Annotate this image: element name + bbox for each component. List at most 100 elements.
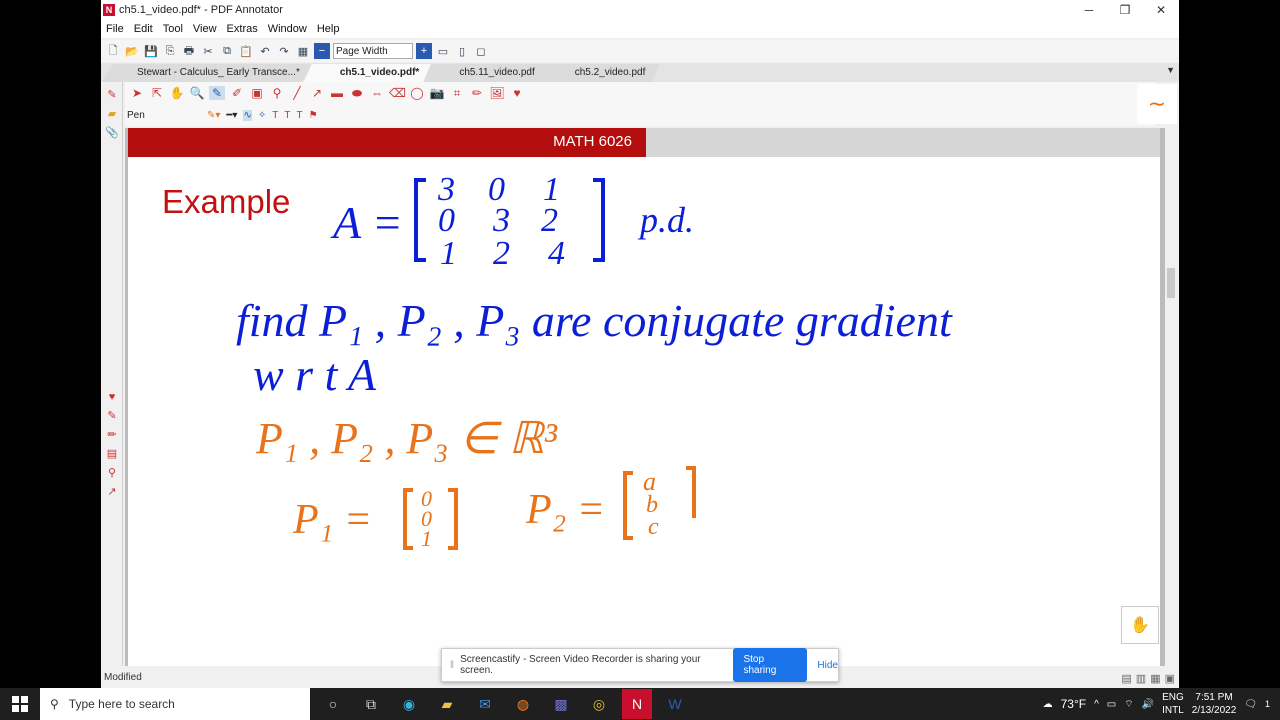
menu-file[interactable]: File bbox=[106, 23, 124, 35]
pen-color-icon[interactable]: ✎▾ bbox=[207, 110, 220, 121]
stamp-icon[interactable]: ▦ bbox=[295, 43, 311, 59]
pdf-annotator-taskbar-icon[interactable]: N bbox=[622, 689, 652, 719]
close-button[interactable]: ✕ bbox=[1143, 0, 1179, 20]
measure-icon[interactable]: ⇔ bbox=[369, 86, 385, 100]
two-page-icon[interactable]: ▯ bbox=[454, 43, 470, 59]
menu-edit[interactable]: Edit bbox=[134, 23, 153, 35]
smooth-stroke-icon[interactable]: ∿ bbox=[243, 109, 252, 121]
favorite-heart-icon[interactable]: ♥ bbox=[101, 391, 123, 403]
pen-sidebar-icon[interactable]: ✎ bbox=[101, 88, 123, 101]
arrow-tool-icon[interactable]: ↗ bbox=[101, 485, 123, 498]
language-indicator[interactable]: ENG INTL bbox=[1162, 691, 1184, 717]
volume-icon[interactable]: 🔊 bbox=[1142, 699, 1154, 710]
drag-grip-icon[interactable]: ‖ bbox=[450, 660, 454, 671]
tab-ch5-2[interactable]: ch5.2_video.pdf bbox=[538, 64, 660, 82]
cortana-icon[interactable]: ○ bbox=[318, 689, 348, 719]
undo-icon[interactable]: ↶ bbox=[257, 43, 273, 59]
line-tool-icon[interactable]: ╱ bbox=[289, 86, 305, 100]
eraser-icon[interactable]: ⌫ bbox=[389, 86, 406, 100]
attachment-icon[interactable]: 📎 bbox=[101, 126, 123, 139]
ellipse-icon[interactable]: ⬬ bbox=[349, 86, 365, 101]
mail-icon[interactable]: ✉ bbox=[470, 689, 500, 719]
single-page-icon[interactable]: ▭ bbox=[435, 43, 451, 59]
view-single-icon[interactable]: ▤ bbox=[1121, 672, 1131, 685]
favorites-heart-icon[interactable]: ♥ bbox=[509, 86, 525, 100]
open-folder-icon[interactable]: 📂 bbox=[124, 43, 140, 59]
highlighter-icon[interactable]: ✏ bbox=[101, 428, 123, 441]
vertical-scrollbar[interactable] bbox=[1165, 128, 1177, 666]
hand-icon[interactable]: ✋ bbox=[169, 86, 185, 100]
select-arrow-icon[interactable]: ➤ bbox=[129, 86, 145, 100]
menu-extras[interactable]: Extras bbox=[227, 23, 258, 35]
stamp-tool-icon[interactable]: ⚲ bbox=[269, 86, 285, 100]
zoom-tool-icon[interactable]: 🔍 bbox=[189, 86, 205, 100]
view-facing-icon[interactable]: ▣ bbox=[1165, 672, 1175, 685]
view-continuous-icon[interactable]: ▥ bbox=[1136, 672, 1146, 685]
scroll-thumb[interactable] bbox=[1167, 268, 1175, 298]
minimize-button[interactable]: ─ bbox=[1071, 0, 1107, 20]
fullscreen-icon[interactable]: ◻ bbox=[473, 43, 489, 59]
text-box-icon[interactable]: ▤ bbox=[101, 447, 123, 460]
word-icon[interactable]: W bbox=[660, 689, 690, 719]
document-area[interactable]: MATH 6026 Example A = 3 0 1 0 3 2 1 2 4 bbox=[125, 128, 1165, 668]
notifications-icon[interactable]: 🗨 bbox=[1244, 699, 1257, 710]
save-icon[interactable]: 💾 bbox=[143, 43, 159, 59]
hide-button[interactable]: Hide bbox=[817, 660, 838, 671]
image-icon[interactable]: 🖼 bbox=[489, 86, 505, 100]
menu-view[interactable]: View bbox=[193, 23, 217, 35]
tab-ch5-1[interactable]: ch5.1_video.pdf* bbox=[303, 64, 434, 82]
pressure-icon[interactable]: ✧ bbox=[258, 110, 266, 121]
style-favorite-icon[interactable]: ⚑ bbox=[309, 110, 318, 121]
zoom-in-icon[interactable]: + bbox=[416, 43, 432, 59]
print-icon[interactable]: 🖶 bbox=[181, 43, 197, 59]
redo-icon[interactable]: ↷ bbox=[276, 43, 292, 59]
battery-icon[interactable]: ▭ bbox=[1107, 699, 1116, 710]
teams-icon[interactable]: ▩ bbox=[546, 689, 576, 719]
crop-icon[interactable]: ⌗ bbox=[449, 86, 465, 101]
tab-ch5-11[interactable]: ch5.11_video.pdf bbox=[423, 64, 549, 82]
view-grid-icon[interactable]: ▦ bbox=[1150, 672, 1160, 685]
task-view-icon[interactable]: ⧉ bbox=[356, 689, 386, 719]
zoom-select[interactable]: Page Width bbox=[333, 43, 413, 59]
tab-list-chevron-icon[interactable]: ▼ bbox=[1166, 65, 1175, 75]
chrome-icon[interactable]: ◎ bbox=[584, 689, 614, 719]
cut-icon[interactable]: ✂ bbox=[200, 43, 216, 59]
edge-icon[interactable]: ◉ bbox=[394, 689, 424, 719]
menu-tool[interactable]: Tool bbox=[163, 23, 183, 35]
text-bottom-icon[interactable]: T bbox=[284, 110, 290, 121]
marker-icon[interactable]: ✐ bbox=[229, 86, 245, 100]
select-text-icon[interactable]: ⇱ bbox=[149, 86, 165, 100]
zoom-out-icon[interactable]: − bbox=[314, 43, 330, 59]
taskbar-search[interactable]: ⚲ Type here to search bbox=[40, 688, 310, 720]
pen-tool-icon[interactable]: ✎ bbox=[101, 409, 123, 422]
stop-sharing-button[interactable]: Stop sharing bbox=[733, 648, 808, 682]
copy-icon[interactable]: ⧉ bbox=[219, 43, 235, 59]
maximize-button[interactable]: ❐ bbox=[1107, 0, 1143, 20]
weather-icon[interactable]: ☁ bbox=[1043, 699, 1053, 710]
network-icon[interactable]: ⌔ bbox=[1124, 698, 1133, 711]
stamp-sidebar-icon[interactable]: ⚲ bbox=[101, 466, 123, 479]
firefox-icon[interactable]: ◍ bbox=[508, 689, 538, 719]
pen-active-icon[interactable]: ✎ bbox=[209, 86, 225, 100]
menu-help[interactable]: Help bbox=[317, 23, 340, 35]
folder-sidebar-icon[interactable]: ▰ bbox=[101, 107, 123, 120]
save-all-icon[interactable]: ⎘ bbox=[162, 43, 178, 59]
tray-chevron-icon[interactable]: ^ bbox=[1094, 699, 1099, 710]
line-width-icon[interactable]: ━▾ bbox=[226, 110, 237, 121]
strike-text-icon[interactable]: T bbox=[296, 110, 302, 121]
arrow-line-icon[interactable]: ↗ bbox=[309, 86, 325, 100]
paste-icon[interactable]: 📋 bbox=[238, 43, 254, 59]
pencil-icon[interactable]: ✏ bbox=[469, 86, 485, 100]
camera-icon[interactable]: 📷 bbox=[429, 86, 445, 100]
file-explorer-icon[interactable]: ▰ bbox=[432, 689, 462, 719]
weather-temp[interactable]: 73°F bbox=[1061, 697, 1086, 711]
lasso-icon[interactable]: ◯ bbox=[409, 86, 425, 100]
clock[interactable]: 7:51 PM 2/13/2022 bbox=[1192, 691, 1237, 717]
hand-tool-float-icon[interactable]: ✋ bbox=[1121, 606, 1159, 644]
start-button[interactable] bbox=[0, 688, 40, 720]
textbox-tool-icon[interactable]: ▣ bbox=[249, 86, 265, 100]
menu-window[interactable]: Window bbox=[268, 23, 307, 35]
tab-stewart[interactable]: Stewart - Calculus_ Early Transce...* bbox=[101, 64, 314, 82]
pdf-page[interactable]: MATH 6026 Example A = 3 0 1 0 3 2 1 2 4 bbox=[128, 128, 1160, 668]
new-file-icon[interactable]: 🗋 bbox=[105, 43, 121, 59]
